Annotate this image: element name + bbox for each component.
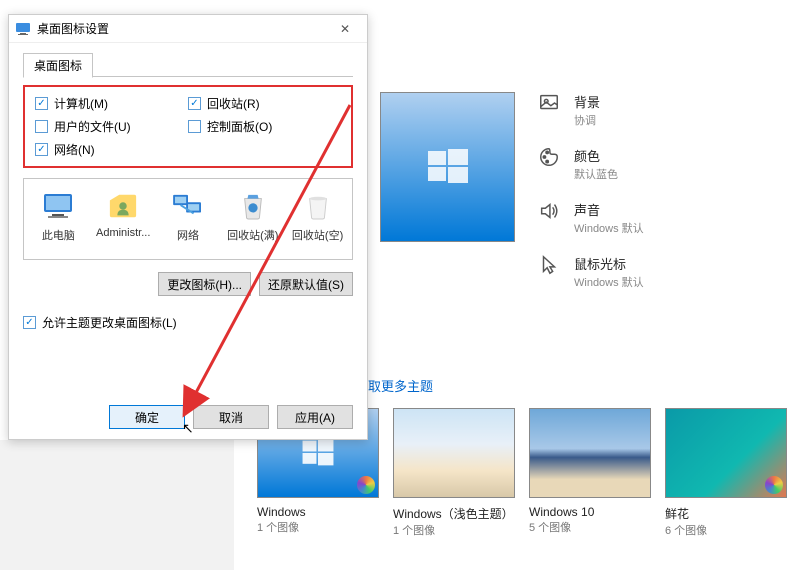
checkbox-icon [23,316,36,329]
restore-defaults-button[interactable]: 还原默认值(S) [259,272,353,296]
cursor-icon [538,254,560,276]
close-button[interactable]: ✕ [329,15,361,42]
checkbox-computer[interactable]: 计算机(M) [35,95,188,112]
icon-network[interactable]: 网络 [158,189,219,243]
icon-recycle-full[interactable]: 回收站(满) [222,189,283,243]
checkbox-label: 用户的文件(U) [54,118,131,135]
checkbox-icon [35,97,48,110]
checkbox-network[interactable]: 网络(N) [35,141,188,158]
checkbox-icon [35,120,48,133]
ok-button[interactable]: 确定 [109,405,185,429]
palette-icon [538,146,560,168]
picture-icon [538,92,560,114]
checkbox-label: 控制面板(O) [207,118,272,135]
theme-card[interactable]: Windows 10 5 个图像 [529,408,651,538]
checkbox-recycle[interactable]: 回收站(R) [188,95,341,112]
tabstrip: 桌面图标 [23,53,353,77]
checkbox-label: 网络(N) [54,141,95,158]
icon-recycle-empty[interactable]: 回收站(空) [287,189,348,243]
color-badge-icon [765,476,783,494]
checkbox-icon [35,143,48,156]
titlebar: 桌面图标设置 ✕ [9,15,367,43]
color-badge-icon [357,476,375,494]
change-icon-button[interactable]: 更改图标(H)... [158,272,251,296]
checkbox-group-highlight: 计算机(M) 回收站(R) 用户的文件(U) 控制面板(O) 网络(N) [23,85,353,168]
checkbox-userfiles[interactable]: 用户的文件(U) [35,118,188,135]
cancel-button[interactable]: 取消 [193,405,269,429]
setting-background[interactable]: 背景协调 [538,92,644,128]
setting-cursor[interactable]: 鼠标光标Windows 默认 [538,254,644,290]
display-icon [15,21,31,37]
sidebar-bg [0,440,234,570]
icon-preview-box: 此电脑 Administr... 网络 回收站(满) 回收站(空) [23,178,353,260]
speaker-icon [538,200,560,222]
theme-card[interactable]: Windows（浅色主题） 1 个图像 [393,408,515,538]
windows-logo-icon [301,436,335,470]
checkbox-icon [188,97,201,110]
checkbox-control[interactable]: 控制面板(O) [188,118,341,135]
apply-button[interactable]: 应用(A) [277,405,353,429]
dialog-title: 桌面图标设置 [37,20,329,37]
theme-card[interactable]: 鲜花 6 个图像 [665,408,787,538]
more-themes-link[interactable]: 取更多主题 [368,376,433,395]
icon-this-pc[interactable]: 此电脑 [28,189,89,243]
checkbox-label: 计算机(M) [54,95,108,112]
windows-logo-icon [426,145,470,189]
setting-sound[interactable]: 声音Windows 默认 [538,200,644,236]
personalization-panel: 背景协调 颜色默认蓝色 声音Windows 默认 鼠标光标Windows 默认 [380,92,800,242]
tab-desktop-icons[interactable]: 桌面图标 [23,53,93,78]
checkbox-label: 回收站(R) [207,95,260,112]
theme-preview [380,92,515,242]
checkbox-icon [188,120,201,133]
desktop-icon-settings-dialog: 桌面图标设置 ✕ 桌面图标 计算机(M) 回收站(R) 用户的文件(U) 控制面… [8,14,368,440]
allow-theme-checkbox[interactable]: 允许主题更改桌面图标(L) [42,314,177,331]
icon-admin[interactable]: Administr... [93,189,154,239]
setting-color[interactable]: 颜色默认蓝色 [538,146,644,182]
